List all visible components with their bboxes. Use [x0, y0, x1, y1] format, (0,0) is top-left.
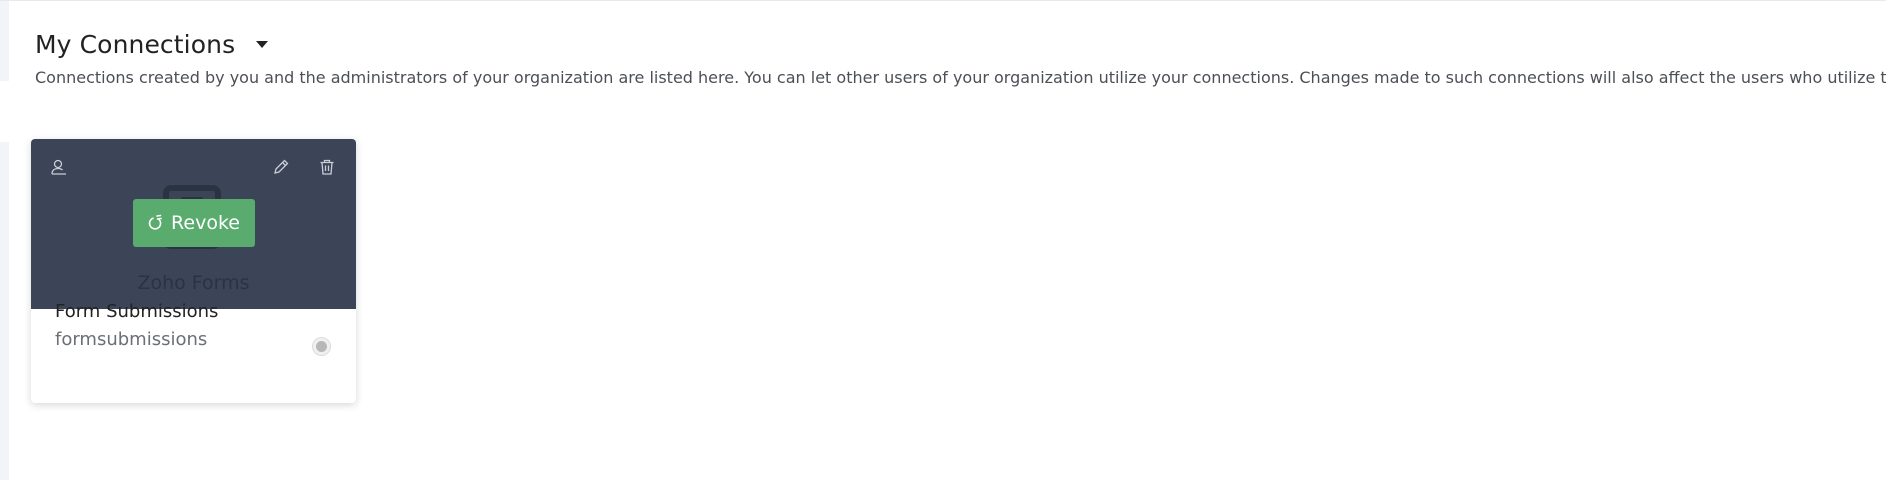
connection-status-indicator [312, 337, 331, 356]
connection-link-name: formsubmissions [55, 329, 208, 350]
app-name: Zoho Forms [137, 272, 250, 294]
pencil-icon[interactable] [270, 156, 292, 178]
connections-page: My Connections Connections created by yo… [0, 0, 1886, 480]
top-divider [0, 0, 1886, 1]
share-user-icon[interactable] [48, 156, 70, 178]
page-header: My Connections [35, 30, 270, 59]
connection-card-body [31, 309, 356, 403]
connection-card-header: Zoho Forms Revoke [31, 139, 356, 309]
plug-icon [148, 214, 164, 232]
connection-card[interactable]: Zoho Forms Revoke Form Submissions forms… [31, 139, 356, 403]
revoke-button[interactable]: Revoke [133, 199, 255, 247]
caret-down-icon[interactable] [254, 37, 270, 53]
left-panel-edge [0, 1, 9, 81]
left-panel-edge [0, 142, 9, 480]
trash-icon[interactable] [316, 156, 338, 178]
connection-name: Form Submissions [55, 301, 219, 322]
page-description: Connections created by you and the admin… [35, 68, 1886, 87]
revoke-label: Revoke [171, 212, 240, 234]
page-title: My Connections [35, 30, 236, 59]
